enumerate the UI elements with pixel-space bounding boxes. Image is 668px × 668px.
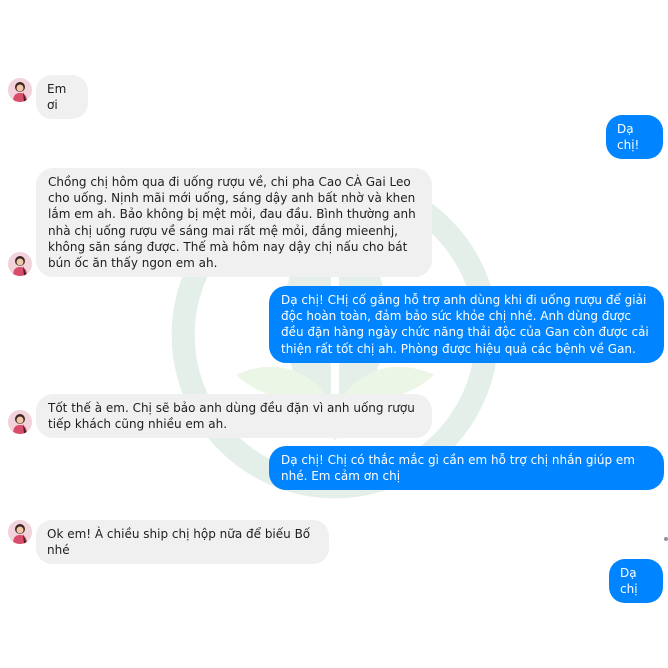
message-text: Dạ chị <box>620 566 638 597</box>
incoming-message[interactable]: Chồng chị hôm qua đi uống rượu về, chi p… <box>36 168 432 278</box>
woman-photo-avatar-icon <box>8 410 32 434</box>
message-text: Em ơi <box>47 82 67 113</box>
woman-photo-avatar-icon <box>8 252 32 276</box>
seen-indicator-icon <box>664 537 668 541</box>
outgoing-message[interactable]: Dạ chị! <box>606 115 663 160</box>
incoming-message[interactable]: Tốt thế à em. Chị sẽ bảo anh dùng đều đặ… <box>36 394 432 439</box>
contact-avatar[interactable] <box>8 252 32 276</box>
woman-photo-avatar-icon <box>8 520 32 544</box>
message-text: Dạ chị! Chị có thắc mắc gì cần em hỗ trợ… <box>281 453 635 484</box>
incoming-message[interactable]: Em ơi <box>36 75 88 120</box>
outgoing-message[interactable]: Dạ chị <box>609 559 663 604</box>
message-text: Tốt thế à em. Chị sẽ bảo anh dùng đều đặ… <box>48 401 415 432</box>
outgoing-message[interactable]: Dạ chị! CHị cố gắng hỗ trợ anh dùng khi … <box>269 286 664 363</box>
message-text: Dạ chị! CHị cố gắng hỗ trợ anh dùng khi … <box>281 293 649 356</box>
contact-avatar[interactable] <box>8 520 32 544</box>
contact-avatar[interactable] <box>8 78 32 102</box>
incoming-message[interactable]: Ok em! À chiều ship chị hộp nữa để biếu … <box>36 520 329 565</box>
message-text: Chồng chị hôm qua đi uống rượu về, chi p… <box>48 175 416 271</box>
woman-photo-avatar-icon <box>8 78 32 102</box>
message-text: Dạ chị! <box>617 122 640 153</box>
contact-avatar[interactable] <box>8 410 32 434</box>
chat-window: Em ơi Dạ chị! Chồng chị hôm qua đi uống … <box>0 0 668 668</box>
message-text: Ok em! À chiều ship chị hộp nữa để biếu … <box>47 527 311 558</box>
outgoing-message[interactable]: Dạ chị! Chị có thắc mắc gì cần em hỗ trợ… <box>269 446 664 491</box>
